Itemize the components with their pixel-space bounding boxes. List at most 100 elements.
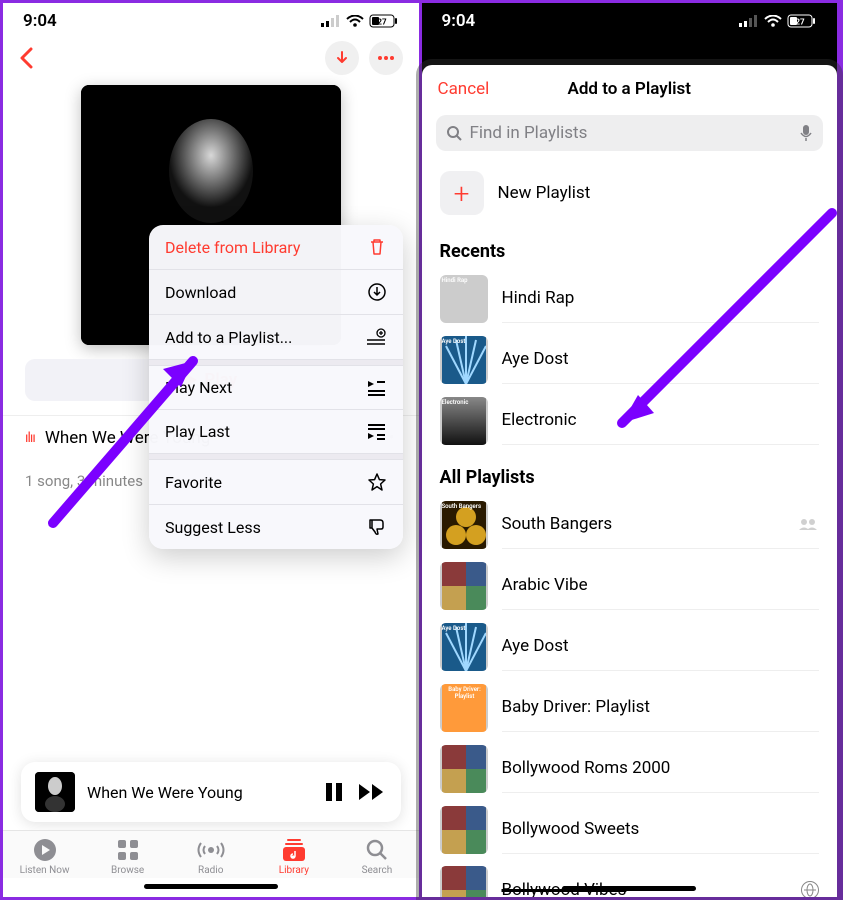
playlist-label: Bollywood Roms 2000 — [502, 758, 671, 778]
download-button[interactable] — [325, 41, 359, 75]
svg-text:27: 27 — [377, 18, 387, 27]
menu-add-to-playlist[interactable]: Add to a Playlist... — [149, 315, 403, 360]
playlist-item[interactable]: Hindi Rap Hindi Rap — [422, 268, 838, 329]
playlist-label: Electronic — [502, 410, 577, 430]
playlist-item[interactable]: Electronic Electronic — [422, 390, 838, 451]
playlist-thumb: Baby Driver: Playlist — [440, 684, 488, 732]
home-indicator[interactable] — [144, 884, 278, 889]
new-playlist-row[interactable]: + New Playlist — [422, 161, 838, 225]
tab-library[interactable]: Library — [262, 837, 326, 876]
new-playlist-label: New Playlist — [498, 183, 591, 203]
playlist-label: Baby Driver: Playlist — [502, 697, 650, 717]
playlist-item[interactable]: Bollywood Roms 2000 — [422, 738, 838, 799]
star-icon — [367, 472, 387, 492]
playlist-item[interactable]: South Bangers South Bangers — [422, 494, 838, 555]
play-last-icon — [365, 423, 387, 441]
play-next-icon — [365, 379, 387, 397]
playlist-label: South Bangers — [502, 514, 613, 534]
more-icon — [377, 55, 395, 61]
plus-icon: + — [440, 171, 484, 215]
playlist-label: Aye Dost — [502, 636, 569, 656]
playlist-item[interactable]: Aye Dost Aye Dost — [422, 329, 838, 390]
library-icon — [281, 837, 307, 863]
play-circle-icon — [32, 837, 58, 863]
back-button[interactable] — [19, 47, 35, 69]
status-time: 9:04 — [442, 11, 476, 31]
playlist-label: Hindi Rap — [502, 288, 575, 308]
tab-browse[interactable]: Browse — [96, 837, 160, 876]
playlist-thumb: Hindi Rap — [440, 275, 488, 323]
chevron-left-icon — [19, 47, 35, 69]
section-recents: Recents — [422, 225, 838, 268]
menu-download[interactable]: Download — [149, 270, 403, 315]
tab-search[interactable]: Search — [345, 837, 409, 876]
trash-icon — [367, 237, 387, 257]
playlist-label: Bollywood Vibes — [502, 880, 627, 897]
grid-icon — [115, 837, 141, 863]
tab-listennow[interactable]: Listen Now — [13, 837, 77, 876]
playlist-item[interactable]: Bollywood Vibes — [422, 860, 838, 897]
cellular-icon — [739, 15, 759, 27]
playlist-item[interactable]: Bollywood Sweets — [422, 799, 838, 860]
left-screenshot: 9:04 27 — [3, 3, 422, 897]
playlist-label: Bollywood Sweets — [502, 819, 640, 839]
tab-radio[interactable]: Radio — [179, 837, 243, 876]
next-track-icon[interactable] — [357, 781, 387, 803]
right-screenshot: 9:04 27 Cancel Add to a Playlist Find in… — [422, 3, 841, 897]
modal-header: Cancel Add to a Playlist — [422, 65, 838, 113]
navigation-bar — [3, 35, 419, 81]
playlist-thumb: Aye Dost — [440, 336, 488, 384]
menu-play-last[interactable]: Play Last — [149, 410, 403, 454]
add-list-icon — [365, 327, 387, 347]
playlist-thumb — [440, 866, 488, 897]
status-time: 9:04 — [23, 11, 57, 31]
playlist-item[interactable]: Baby Driver: Playlist Baby Driver: Playli… — [422, 677, 838, 738]
playlist-label: Aye Dost — [502, 349, 569, 369]
search-icon — [364, 837, 390, 863]
shared-icon — [797, 517, 819, 531]
status-icons: 27 — [321, 14, 399, 28]
more-button[interactable] — [369, 41, 403, 75]
pause-icon[interactable] — [323, 781, 345, 803]
cellular-icon — [321, 15, 341, 27]
now-playing-artwork — [35, 772, 75, 812]
playlist-thumb: Aye Dost — [440, 623, 488, 671]
now-playing-bar[interactable]: When We Were Young — [21, 762, 401, 822]
status-icons: 27 — [739, 14, 817, 28]
wifi-icon — [764, 15, 782, 28]
status-bar: 9:04 27 — [3, 3, 419, 35]
menu-play-next[interactable]: Play Next — [149, 366, 403, 410]
menu-suggest-less[interactable]: Suggest Less — [149, 505, 403, 549]
playlist-thumb: South Bangers — [440, 501, 488, 549]
add-to-playlist-modal: Cancel Add to a Playlist Find in Playlis… — [422, 65, 838, 897]
battery-icon: 27 — [787, 14, 817, 28]
search-placeholder: Find in Playlists — [470, 123, 792, 143]
battery-icon: 27 — [369, 14, 399, 28]
playlist-thumb — [440, 806, 488, 854]
svg-text:27: 27 — [795, 18, 805, 27]
tab-bar: Listen Now Browse Radio Library Search — [3, 830, 419, 878]
playlist-thumb: Electronic — [440, 397, 488, 445]
menu-favorite[interactable]: Favorite — [149, 460, 403, 505]
menu-delete[interactable]: Delete from Library — [149, 225, 403, 270]
arrow-down-icon — [334, 50, 350, 66]
radio-icon — [196, 837, 226, 863]
wifi-icon — [346, 15, 364, 28]
cancel-button[interactable]: Cancel — [438, 79, 490, 99]
status-bar: 9:04 27 — [422, 3, 838, 35]
search-icon — [446, 125, 462, 141]
playing-bars-icon: ılıı — [25, 430, 35, 446]
thumbs-down-icon — [367, 517, 387, 537]
section-all: All Playlists — [422, 451, 838, 494]
playlist-item[interactable]: Arabic Vibe — [422, 555, 838, 616]
playlist-thumb — [440, 562, 488, 610]
mic-icon[interactable] — [799, 124, 813, 142]
playlist-item[interactable]: Aye Dost Aye Dost — [422, 616, 838, 677]
download-circle-icon — [367, 282, 387, 302]
now-playing-title: When We Were Young — [87, 783, 311, 802]
playlist-label: Arabic Vibe — [502, 575, 588, 595]
context-menu: Delete from Library Download Add to a Pl… — [149, 225, 403, 549]
globe-icon — [801, 881, 819, 897]
search-field[interactable]: Find in Playlists — [436, 115, 824, 151]
playlist-thumb — [440, 745, 488, 793]
